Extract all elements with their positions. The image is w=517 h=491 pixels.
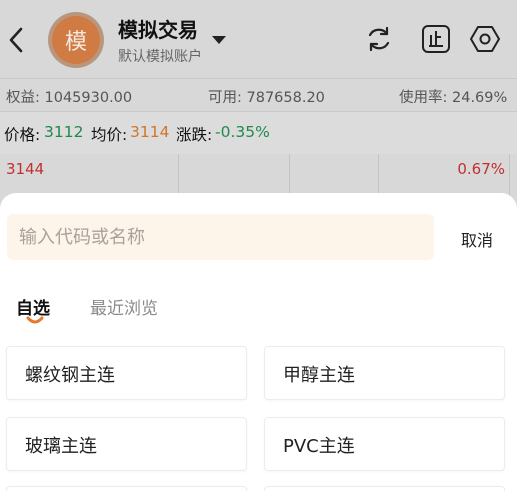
- search-box[interactable]: [7, 214, 434, 260]
- cancel-button[interactable]: 取消: [461, 227, 493, 251]
- avg-price-label: 均价:: [91, 126, 128, 144]
- caret-down-icon[interactable]: [212, 36, 226, 44]
- available-text: 可用: 787658.20: [208, 90, 325, 106]
- refresh-icon[interactable]: [364, 24, 394, 54]
- contract-card-label: PVC主连: [283, 436, 355, 457]
- account-stats-bar: 权益: 1045930.00 可用: 787658.20 使用率: 24.69%: [0, 78, 517, 112]
- contract-card[interactable]: [6, 486, 247, 491]
- contract-card[interactable]: PVC主连: [264, 417, 505, 471]
- contract-card-label: 甲醇主连: [283, 365, 355, 386]
- avg-price-value: 3114: [130, 123, 170, 141]
- price-value: 3112: [44, 123, 84, 141]
- grid-high-value: 3144: [6, 160, 45, 178]
- chevron-left-icon[interactable]: [6, 24, 26, 56]
- contract-card[interactable]: 螺纹钢主连: [6, 346, 247, 400]
- stop-order-icon[interactable]: [421, 24, 451, 54]
- tab-recent[interactable]: 最近浏览: [90, 294, 158, 319]
- settings-hexagon-icon[interactable]: [470, 24, 500, 54]
- contract-card[interactable]: [264, 486, 505, 491]
- tab-active-indicator: [26, 316, 44, 324]
- contract-card-label: 螺纹钢主连: [25, 365, 115, 386]
- contract-card-label: 玻璃主连: [25, 436, 97, 457]
- contract-card[interactable]: 甲醇主连: [264, 346, 505, 400]
- grid-high-percent: 0.67%: [457, 160, 505, 178]
- search-sheet: 取消 自选 最近浏览 螺纹钢主连 甲醇主连 玻璃主连 PVC主连: [0, 193, 517, 491]
- account-subtitle: 默认模拟账户: [118, 49, 202, 65]
- avatar-char: 模: [52, 16, 100, 64]
- change-value: -0.35%: [215, 123, 270, 141]
- app-header: 模 模拟交易 默认模拟账户: [0, 0, 517, 78]
- change-label: 涨跌:: [176, 126, 213, 144]
- price-bar: 价格: 3112 均价: 3114 涨跌: -0.35%: [0, 112, 517, 154]
- contract-card[interactable]: 玻璃主连: [6, 417, 247, 471]
- equity-text: 权益: 1045930.00: [6, 90, 133, 106]
- search-input[interactable]: [19, 224, 419, 250]
- avatar[interactable]: 模: [48, 12, 104, 68]
- account-title[interactable]: 模拟交易: [118, 14, 198, 43]
- usage-rate-text: 使用率: 24.69%: [399, 90, 508, 106]
- price-label: 价格:: [4, 126, 41, 144]
